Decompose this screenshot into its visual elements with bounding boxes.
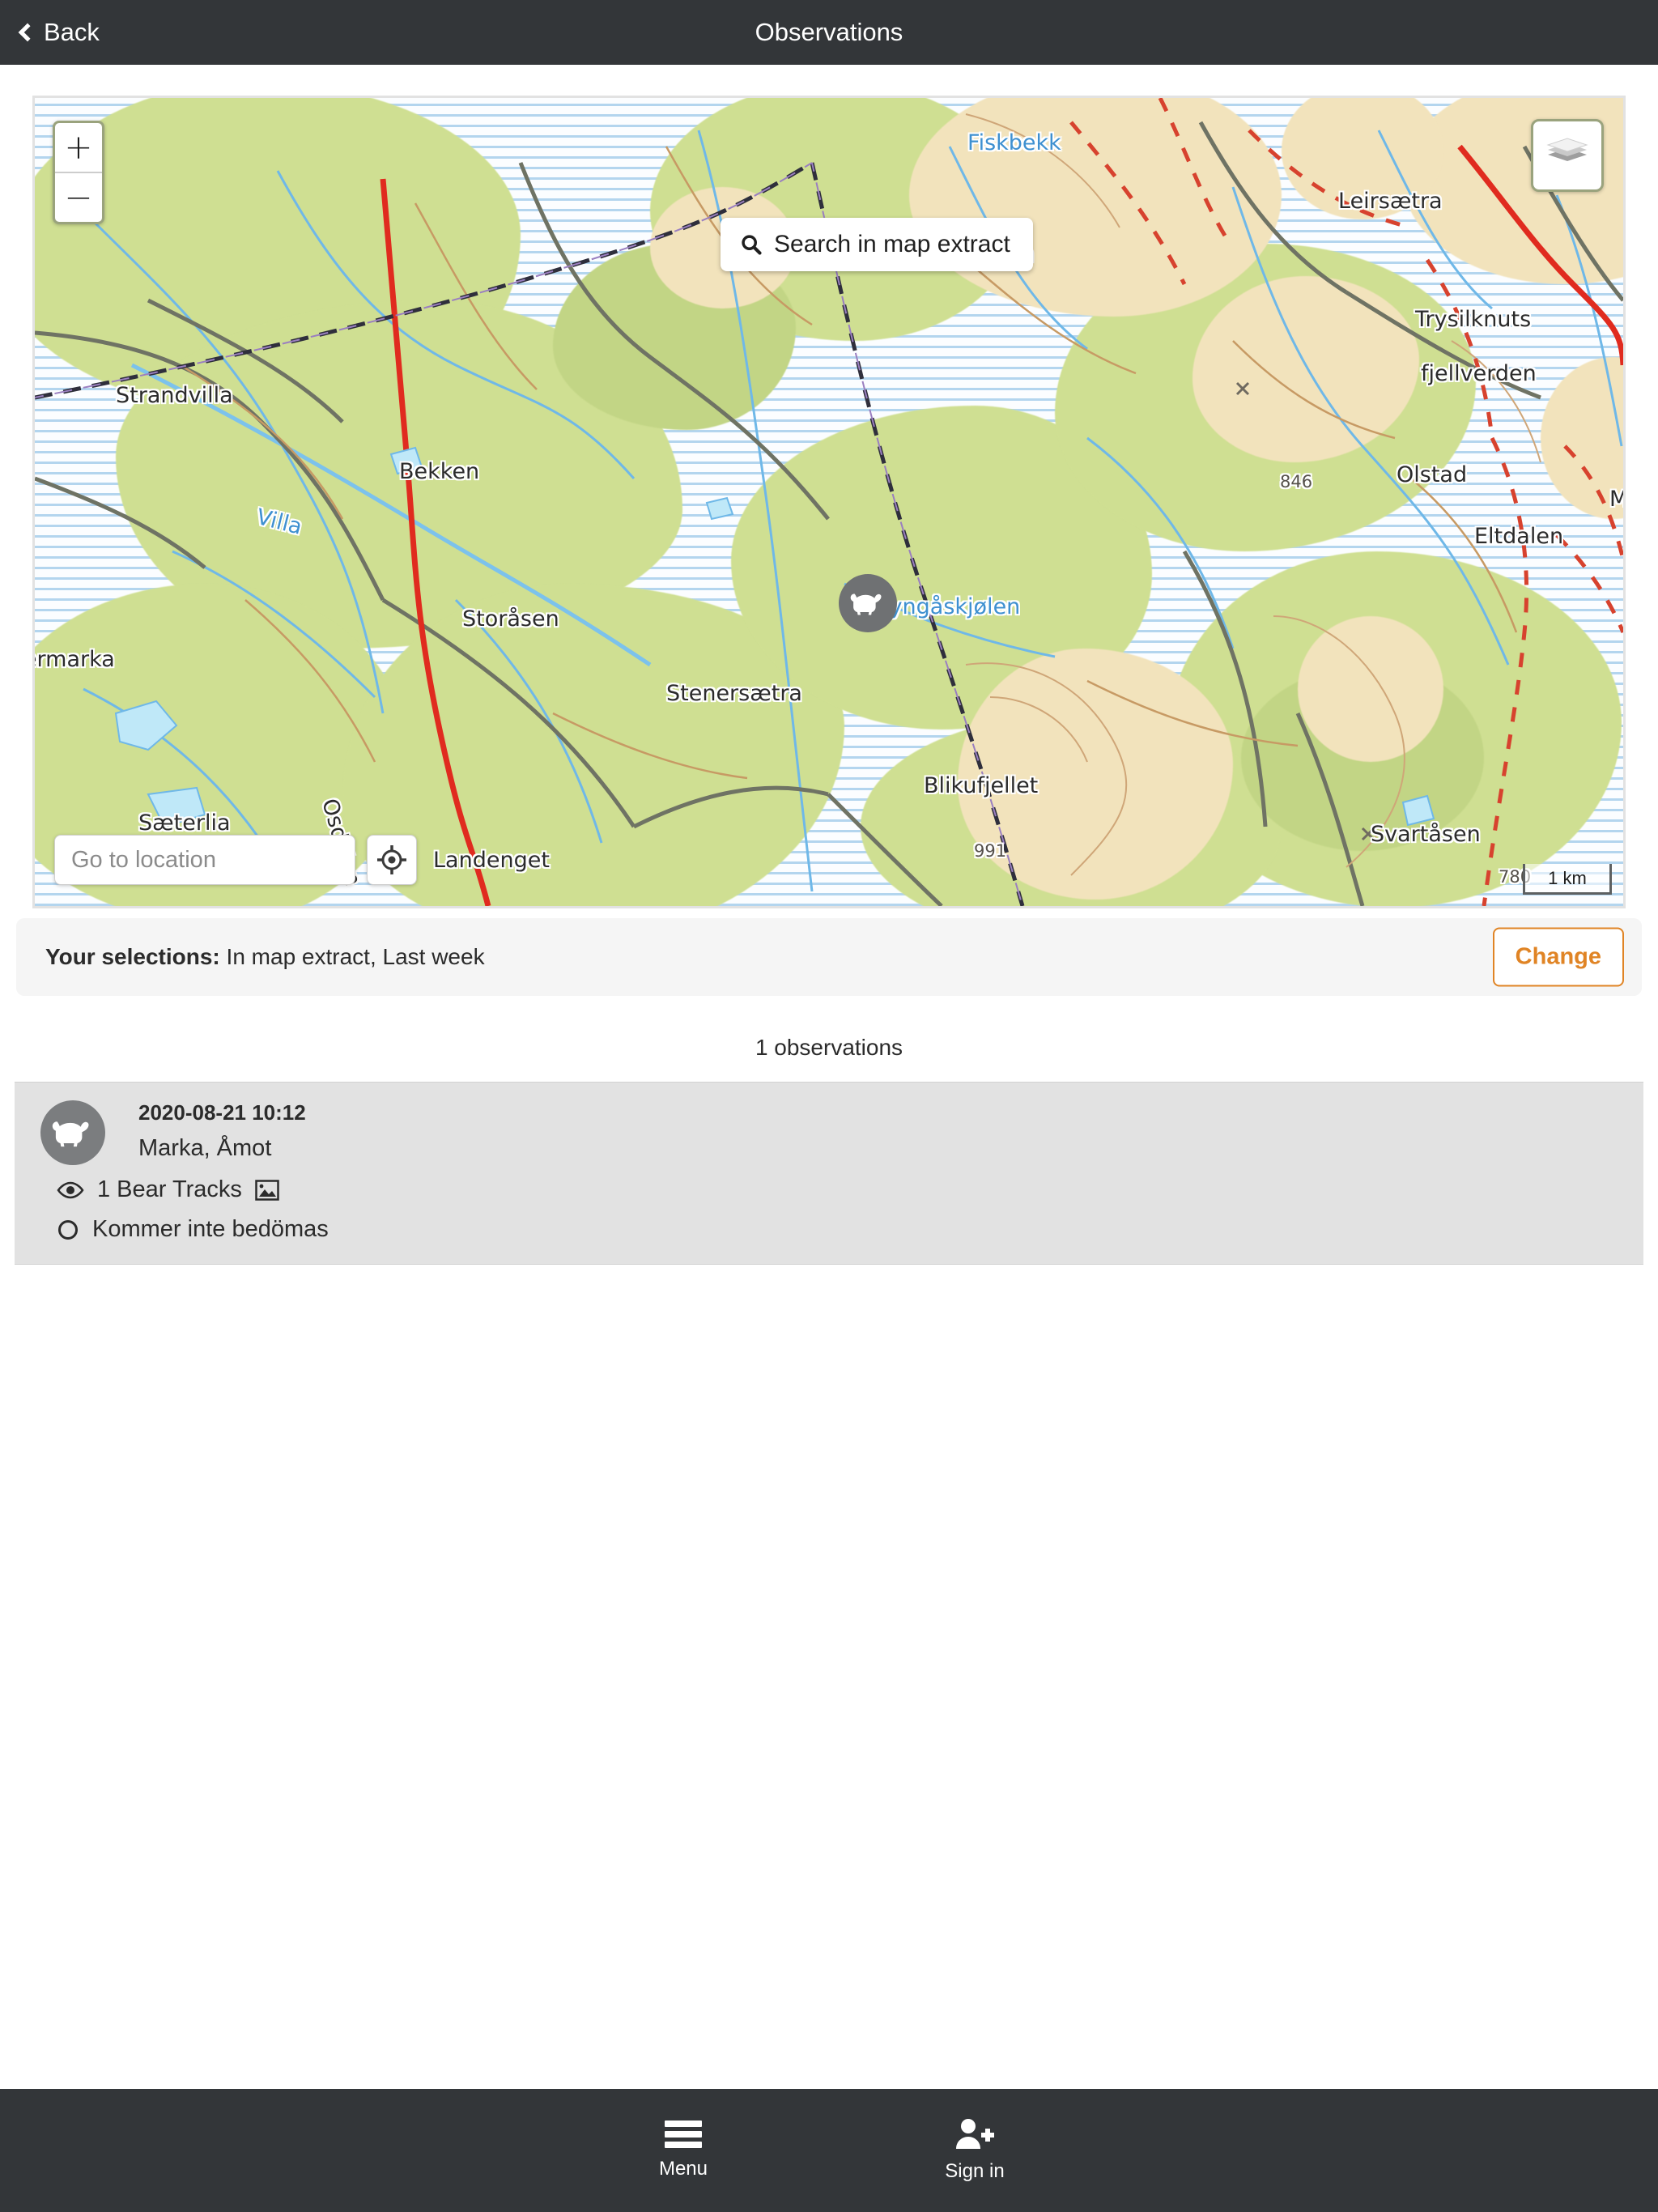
- search-icon: [742, 235, 762, 255]
- user-plus-icon: [956, 2119, 994, 2149]
- selections-bar: Your selections: In map extract, Last we…: [16, 918, 1642, 996]
- selections-label: Your selections:: [45, 944, 220, 969]
- search-in-map-extract-label: Search in map extract: [774, 231, 1010, 257]
- map-scale-bar: 1 km: [1523, 864, 1612, 895]
- top-bar: Back Observations: [0, 0, 1658, 65]
- zoom-in-button[interactable]: +: [55, 123, 102, 173]
- bear-marker-icon[interactable]: [839, 574, 897, 632]
- map-container[interactable]: Fiskbekk jønna Leirsætra Trysilknuts fje…: [32, 96, 1626, 908]
- eye-icon: [57, 1181, 84, 1198]
- selections-text: Your selections: In map extract, Last we…: [45, 944, 485, 970]
- bear-avatar-icon: [40, 1100, 105, 1165]
- observation-status-row: Kommer inte bedömas: [57, 1216, 1643, 1243]
- image-icon[interactable]: [255, 1179, 279, 1201]
- nav-item-menu[interactable]: Menu: [619, 2121, 748, 2180]
- observation-species: 1 Bear Tracks: [97, 1176, 242, 1202]
- map-canvas[interactable]: Fiskbekk jønna Leirsætra Trysilknuts fje…: [35, 98, 1623, 906]
- crosshair-locate-icon: [377, 845, 406, 874]
- circle-outline-icon: [58, 1219, 78, 1240]
- map-layers-button[interactable]: [1531, 119, 1604, 192]
- map-location-controls[interactable]: [54, 835, 417, 885]
- observation-species-row: 1 Bear Tracks: [57, 1176, 1643, 1203]
- observations-count: 1 observations: [755, 1035, 903, 1060]
- change-filters-button[interactable]: Change: [1492, 927, 1624, 987]
- zoom-out-button[interactable]: −: [55, 173, 102, 222]
- layers-icon: [1546, 138, 1588, 161]
- observation-place: Marka, Åmot: [138, 1135, 272, 1161]
- nav-item-menu-label: Menu: [658, 2158, 708, 2180]
- page-title: Observations: [755, 18, 903, 46]
- go-to-location-input[interactable]: [54, 835, 355, 885]
- observation-status: Kommer inte bedömas: [92, 1216, 329, 1242]
- nav-item-sign-in[interactable]: Sign in: [910, 2118, 1039, 2183]
- search-in-map-extract-button[interactable]: Search in map extract: [721, 218, 1033, 271]
- bear-silhouette-icon: [52, 1121, 89, 1147]
- bear-silhouette-icon: [850, 593, 882, 615]
- bottom-navigation: Menu Sign in: [0, 2089, 1658, 2212]
- observations-list: 2020-08-21 10:12 Marka, Åmot 1 Bear Trac…: [15, 1082, 1643, 1265]
- observation-datetime: 2020-08-21 10:12: [138, 1100, 306, 1125]
- nav-item-sign-in-label: Sign in: [945, 2160, 1005, 2182]
- map-zoom-control[interactable]: + −: [53, 121, 104, 224]
- observation-list-item[interactable]: 2020-08-21 10:12 Marka, Åmot 1 Bear Trac…: [15, 1082, 1643, 1265]
- hamburger-menu-icon: [665, 2121, 702, 2148]
- locate-me-button[interactable]: [367, 835, 417, 885]
- selections-value: In map extract, Last week: [219, 944, 485, 969]
